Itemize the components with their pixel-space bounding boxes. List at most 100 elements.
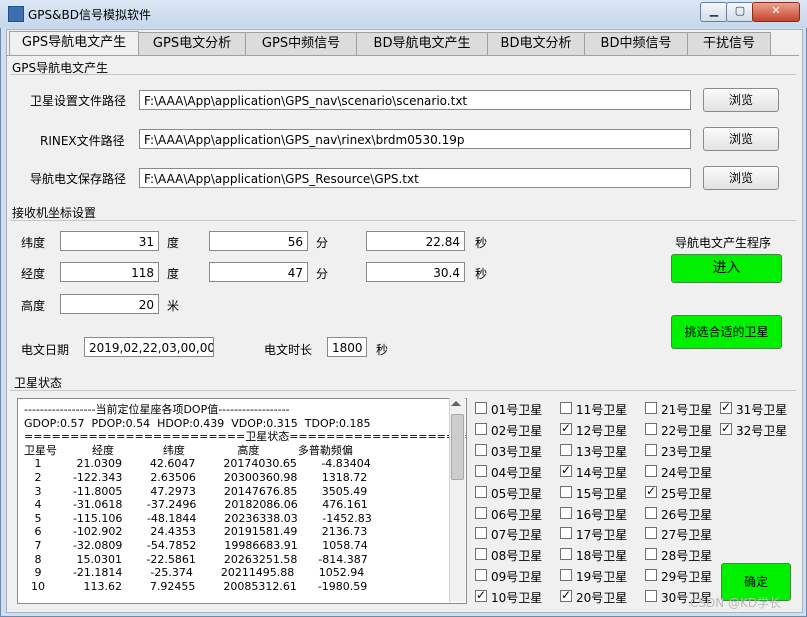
checkbox-empty-icon[interactable] bbox=[560, 485, 572, 498]
satellite-checkbox-label: 15号卫星 bbox=[576, 486, 628, 501]
browse-save-button[interactable]: 浏览 bbox=[703, 166, 779, 190]
checkbox-empty-icon[interactable] bbox=[560, 443, 572, 456]
min-unit: 分 bbox=[316, 267, 329, 281]
checkbox-empty-icon[interactable] bbox=[475, 506, 487, 519]
section-divider bbox=[10, 74, 796, 75]
satellite-checkbox-label: 16号卫星 bbox=[576, 507, 628, 522]
latitude-sec-field[interactable]: 22.84 bbox=[366, 231, 465, 251]
rinex-path-label: RINEX文件路径 bbox=[40, 134, 125, 148]
checkbox-empty-icon[interactable] bbox=[560, 402, 572, 414]
watermark: CSDN @KD学长 bbox=[690, 596, 782, 610]
satellite-checkbox-label: 21号卫星 bbox=[661, 403, 713, 417]
longitude-sec-field[interactable]: 30.4 bbox=[366, 262, 465, 282]
scenario-path-field[interactable]: F:\AAA\App\application\GPS_nav\scenario\… bbox=[139, 90, 691, 110]
satellite-checkbox-label: 24号卫星 bbox=[661, 465, 713, 480]
deg-unit: 度 bbox=[167, 267, 180, 281]
checkbox-empty-icon[interactable] bbox=[560, 569, 572, 582]
checkbox-empty-icon[interactable] bbox=[560, 506, 572, 519]
checkbox-checked-icon[interactable] bbox=[560, 421, 572, 435]
longitude-label: 经度 bbox=[21, 267, 46, 281]
checkbox-empty-icon[interactable] bbox=[475, 569, 487, 582]
satellite-checkbox-label: 03号卫星 bbox=[491, 444, 543, 459]
satellite-checkbox-label: 29号卫星 bbox=[661, 570, 713, 585]
checkbox-empty-icon[interactable] bbox=[645, 464, 657, 477]
checkbox-empty-icon[interactable] bbox=[645, 506, 657, 519]
checkbox-empty-icon[interactable] bbox=[645, 422, 657, 435]
scrollbar-thumb[interactable] bbox=[451, 414, 464, 480]
close-button[interactable]: ✕ bbox=[752, 2, 800, 22]
checkbox-checked-icon[interactable] bbox=[645, 484, 657, 498]
satellite-checkbox-label: 02号卫星 bbox=[491, 423, 543, 438]
latitude-deg-field[interactable]: 31 bbox=[60, 231, 159, 251]
tab-bd-nav-gen[interactable]: BD导航电文产生 bbox=[356, 32, 488, 55]
longitude-min-field[interactable]: 47 bbox=[209, 262, 308, 282]
checkbox-empty-icon[interactable] bbox=[475, 402, 487, 414]
satellite-checkbox-label: 10号卫星 bbox=[491, 591, 543, 606]
tab-gps-if-signal[interactable]: GPS中频信号 bbox=[245, 32, 357, 55]
app-icon bbox=[8, 6, 24, 22]
minimize-button[interactable]: ▁ bbox=[700, 2, 728, 22]
satellite-checkbox-label: 18号卫星 bbox=[576, 549, 628, 564]
tab-bd-analysis[interactable]: BD电文分析 bbox=[487, 32, 585, 55]
satellite-checkbox-label: 25号卫星 bbox=[661, 486, 713, 501]
checkbox-empty-icon[interactable] bbox=[645, 443, 657, 456]
maximize-button[interactable]: ▢ bbox=[726, 2, 754, 22]
satellite-checkbox-label: 22号卫星 bbox=[661, 423, 713, 438]
satellite-checkbox-label: 04号卫星 bbox=[491, 465, 543, 480]
latitude-min-field[interactable]: 56 bbox=[209, 231, 308, 251]
altitude-label: 高度 bbox=[21, 299, 46, 313]
altitude-field[interactable]: 20 bbox=[60, 294, 159, 314]
duration-unit: 秒 bbox=[376, 343, 389, 357]
checkbox-empty-icon[interactable] bbox=[645, 590, 657, 603]
checkbox-checked-icon[interactable] bbox=[475, 588, 487, 603]
checkbox-checked-icon[interactable] bbox=[720, 400, 732, 414]
satellite-checkbox-label: 27号卫星 bbox=[661, 528, 713, 543]
longitude-deg-field[interactable]: 118 bbox=[60, 262, 159, 282]
checkbox-empty-icon[interactable] bbox=[475, 485, 487, 498]
checkbox-empty-icon[interactable] bbox=[475, 464, 487, 477]
section-divider bbox=[10, 390, 796, 391]
checkbox-empty-icon[interactable] bbox=[475, 527, 487, 540]
satellite-checkbox-label: 07号卫星 bbox=[491, 528, 543, 543]
checkbox-empty-icon[interactable] bbox=[560, 548, 572, 561]
satellite-checkbox-label: 08号卫星 bbox=[491, 549, 543, 564]
tab-interference[interactable]: 干扰信号 bbox=[687, 32, 771, 55]
date-label: 电文日期 bbox=[21, 343, 70, 357]
save-path-field[interactable]: F:\AAA\App\application\GPS_Resource\GPS.… bbox=[139, 168, 691, 188]
satellite-checkbox-label: 26号卫星 bbox=[661, 507, 713, 522]
duration-label: 电文时长 bbox=[264, 343, 313, 357]
deg-unit: 度 bbox=[167, 236, 180, 250]
checkbox-empty-icon[interactable] bbox=[645, 402, 657, 414]
checkbox-checked-icon[interactable] bbox=[720, 421, 732, 435]
enter-button[interactable]: 进入 bbox=[671, 254, 782, 283]
satellite-checkbox-label: 06号卫星 bbox=[491, 507, 543, 522]
date-field[interactable]: 2019,02,22,03,00,00 bbox=[84, 337, 214, 357]
scenario-path-label: 卫星设置文件路径 bbox=[30, 94, 127, 108]
tab-gps-analysis[interactable]: GPS电文分析 bbox=[138, 32, 246, 55]
checkbox-empty-icon[interactable] bbox=[645, 548, 657, 561]
scroll-up-arrow-icon[interactable] bbox=[451, 401, 461, 406]
tab-bd-if-signal[interactable]: BD中频信号 bbox=[584, 32, 688, 55]
checkbox-empty-icon[interactable] bbox=[475, 422, 487, 435]
checkbox-empty-icon[interactable] bbox=[560, 527, 572, 540]
checkbox-checked-icon[interactable] bbox=[560, 588, 572, 603]
receiver-section-title: 接收机坐标设置 bbox=[12, 206, 97, 220]
satellite-checkbox-label: 12号卫星 bbox=[576, 423, 628, 438]
satellite-checkbox-label: 23号卫星 bbox=[661, 444, 713, 459]
checkbox-empty-icon[interactable] bbox=[645, 527, 657, 540]
min-unit: 分 bbox=[316, 236, 329, 250]
duration-field[interactable]: 1800 bbox=[327, 337, 367, 357]
checkbox-checked-icon[interactable] bbox=[560, 463, 572, 477]
browse-rinex-button[interactable]: 浏览 bbox=[703, 127, 779, 151]
rinex-path-field[interactable]: F:\AAA\App\application\GPS_nav\rinex\brd… bbox=[139, 129, 691, 149]
select-satellites-button[interactable]: 挑选合适的卫星 bbox=[671, 315, 782, 349]
browse-scenario-button[interactable]: 浏览 bbox=[703, 88, 779, 112]
tab-gps-nav-gen[interactable]: GPS导航电文产生 bbox=[9, 31, 139, 56]
sec-unit: 秒 bbox=[475, 236, 488, 250]
satellite-status-textbox[interactable]: ------------------当前定位星座各项DOP值----------… bbox=[17, 398, 467, 604]
checkbox-empty-icon[interactable] bbox=[475, 443, 487, 456]
checkbox-empty-icon[interactable] bbox=[645, 569, 657, 582]
checkbox-empty-icon[interactable] bbox=[475, 548, 487, 561]
sec-unit: 秒 bbox=[475, 267, 488, 281]
satellite-checkbox-label: 19号卫星 bbox=[576, 570, 628, 585]
